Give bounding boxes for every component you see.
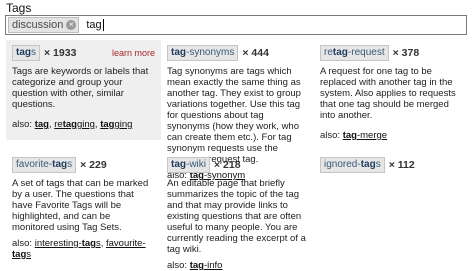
tag-card-tag-wiki: tag-wiki × 218 An editable page that bri… [161, 152, 315, 271]
learn-more-link[interactable]: learn more [112, 48, 155, 59]
tag-card-retag-request: retag-request × 378 A request for one ta… [314, 40, 469, 141]
page-title: Tags [6, 1, 32, 15]
search-query-text: tag [86, 19, 102, 31]
tag-card-favorite-tags: favorite-tags × 229 A set of tags that c… [6, 152, 161, 260]
tag-link[interactable]: ignored-tags [320, 157, 385, 173]
related-tag-link[interactable]: retagging [54, 119, 95, 130]
tag-description: A request for one tag to be replaced wit… [320, 66, 456, 121]
tag-chip-label: discussion [12, 19, 64, 31]
related-tags: also: interesting-tags, favourite-tags [12, 238, 146, 260]
tag-count: × 1933 [44, 46, 77, 59]
close-icon[interactable]: × [66, 20, 77, 30]
tag-description: A set of tags that can be marked by a us… [12, 178, 149, 233]
related-tag-link[interactable]: tag-merge [343, 130, 387, 141]
tag-card-tag-synonyms: tag-synonyms × 444 Tag synonyms are tags… [161, 40, 315, 181]
tag-card-ignored-tags: ignored-tags × 112 [314, 152, 469, 247]
tag-count: × 229 [80, 158, 107, 171]
tag-card-tags: tags × 1933 learn more Tags are keywords… [6, 40, 161, 140]
tag-link[interactable]: favorite-tags [12, 157, 77, 173]
related-tags: also: tag, retagging, tagging [12, 119, 155, 130]
tag-description: Tag synonyms are tags which mean exactly… [167, 66, 301, 165]
related-prefix: also: [12, 119, 35, 130]
related-tags: also: tag-merge [320, 130, 388, 141]
text-caret [102, 19, 104, 31]
tag-count: × 444 [242, 46, 269, 59]
related-tags: also: tag-info [167, 260, 223, 271]
tag-match: tag [16, 47, 31, 58]
tag-chip-discussion[interactable]: discussion × [8, 17, 80, 33]
tag-link[interactable]: tag-synonyms [167, 45, 239, 61]
tag-link[interactable]: retag-request [320, 45, 389, 61]
tag-description: Tags are keywords or labels that categor… [12, 66, 149, 110]
related-tag-link[interactable]: tag-info [190, 260, 223, 271]
tag-count: × 218 [214, 158, 241, 171]
tag-search-input[interactable]: discussion × tag [5, 15, 467, 35]
tag-description: An editable page that briefly summarizes… [167, 178, 306, 255]
related-tag-link[interactable]: tag [35, 119, 49, 130]
tag-count: × 112 [388, 158, 415, 171]
tag-count: × 378 [392, 46, 420, 59]
tag-suffix: s [31, 47, 36, 58]
related-tag-link[interactable]: interesting-tags [35, 238, 101, 249]
tag-link[interactable]: tags [12, 45, 40, 61]
related-tag-link[interactable]: tagging [100, 119, 132, 130]
tag-link[interactable]: tag-wiki [167, 157, 210, 173]
